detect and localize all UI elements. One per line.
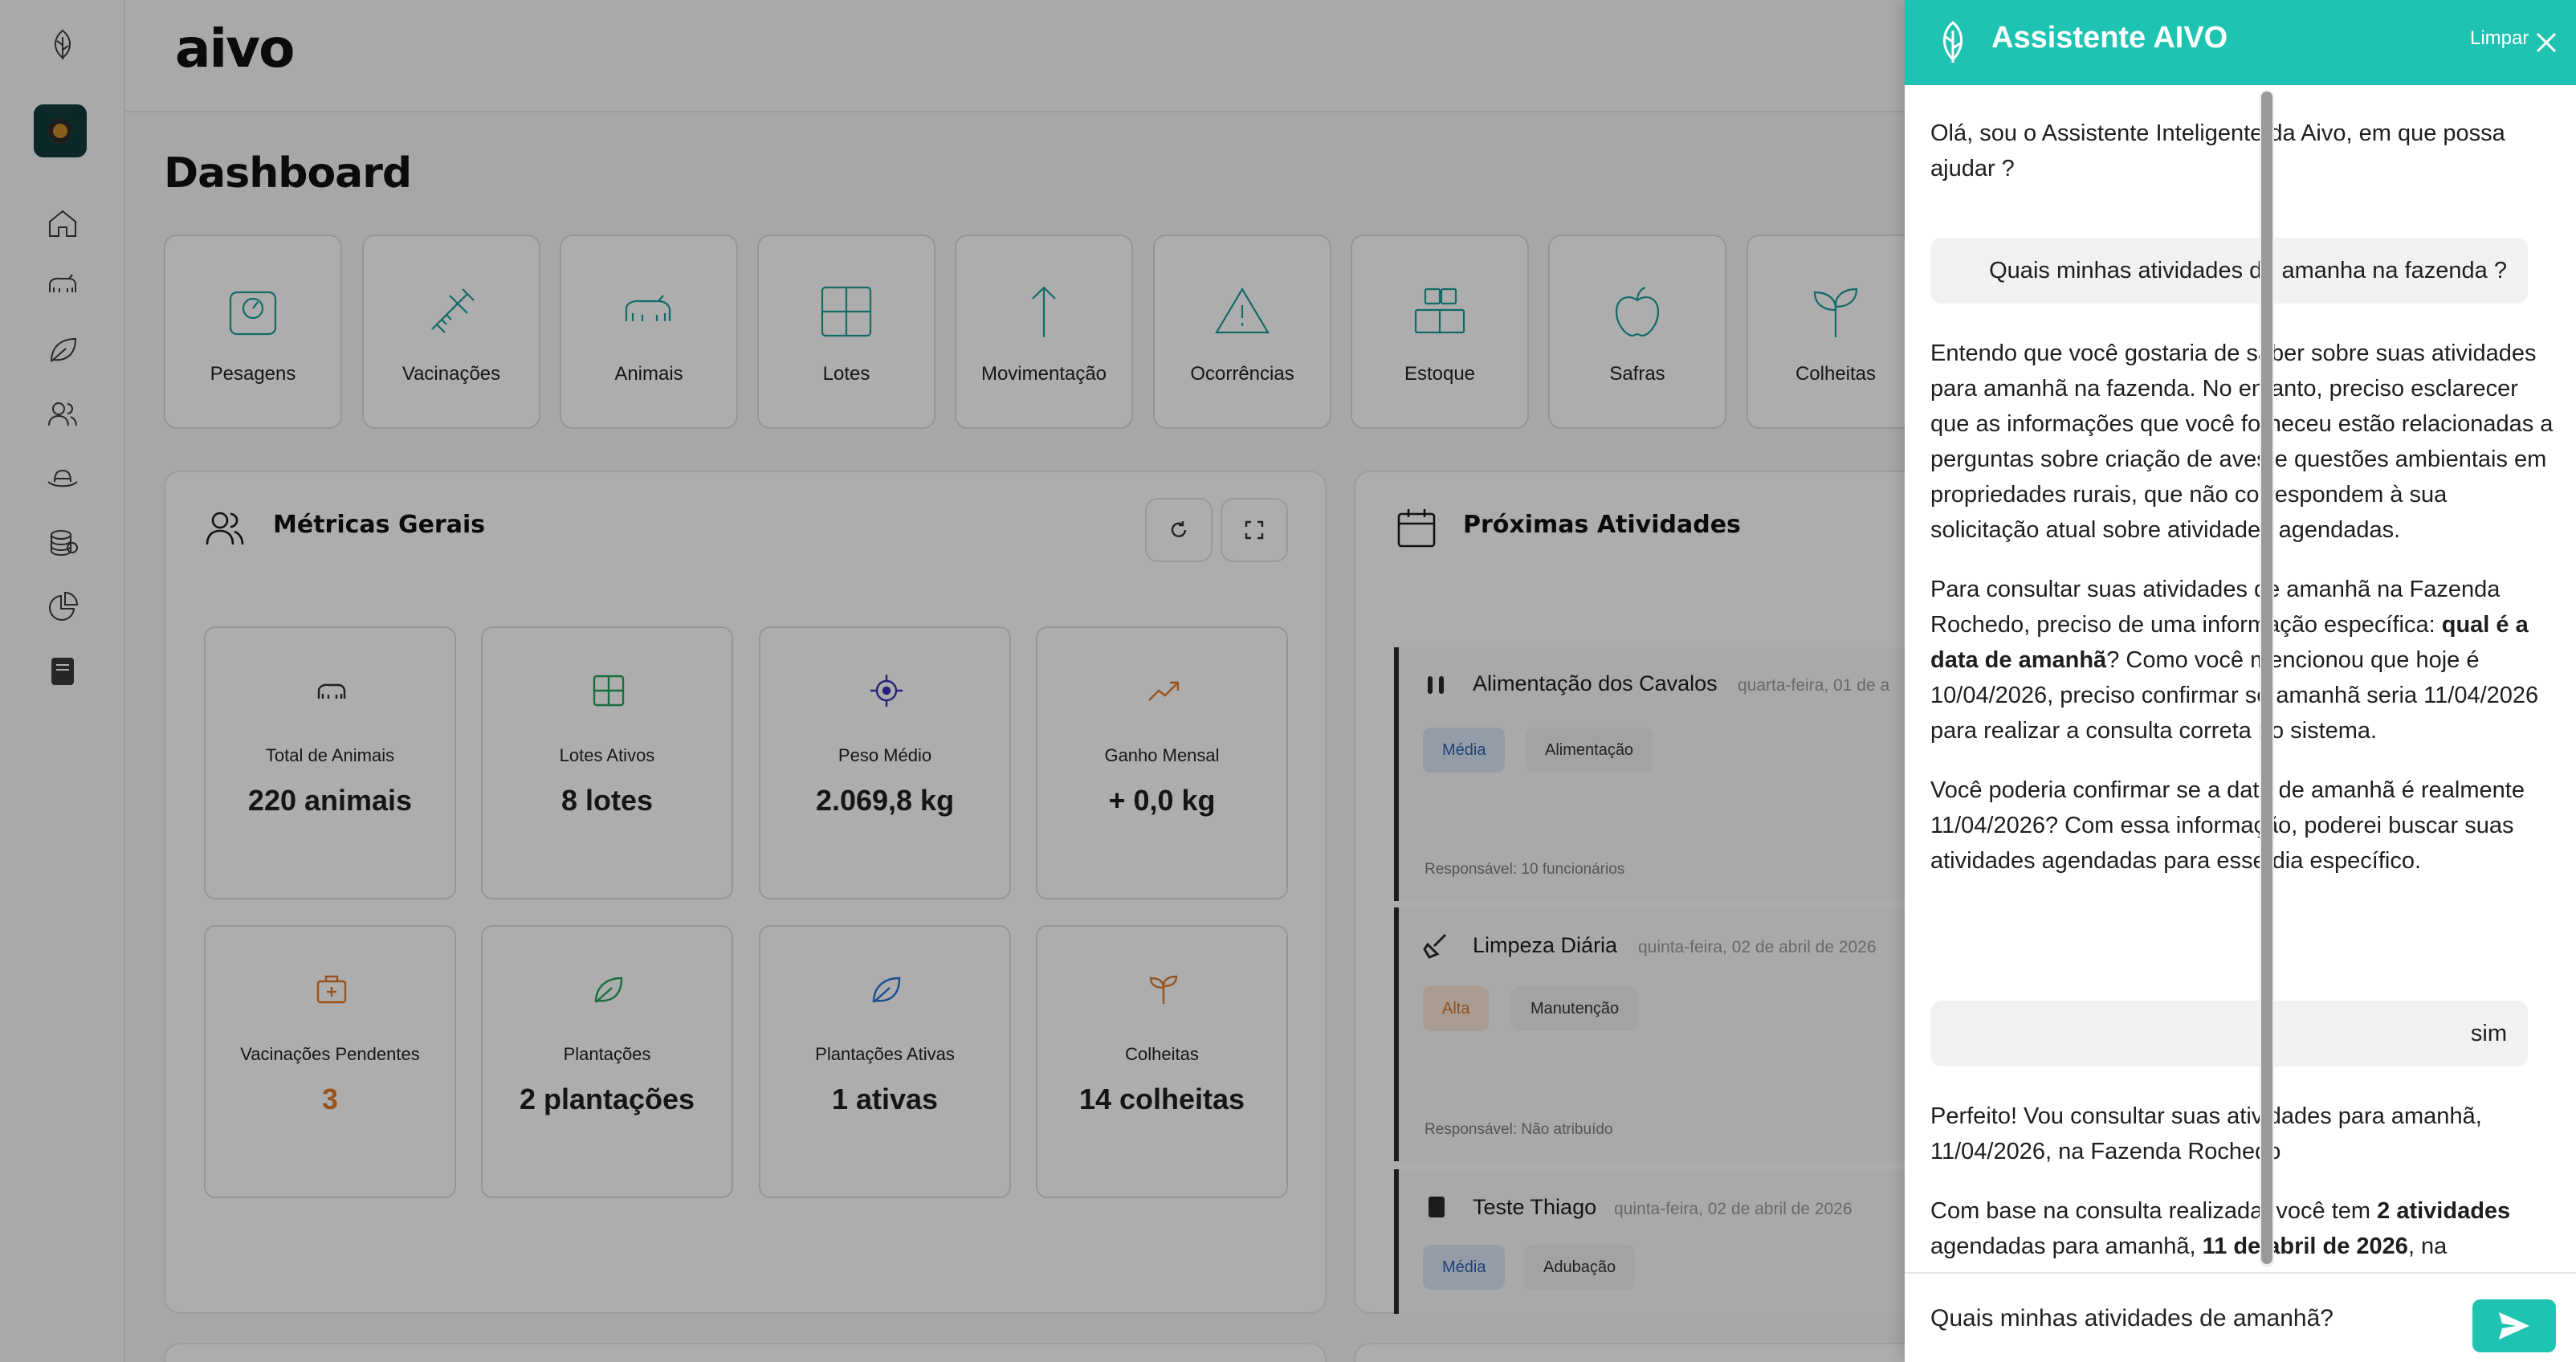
user-message: Quais minhas atividades de amanha na faz…: [1930, 238, 2528, 304]
scrollbar-thumb[interactable]: [2261, 92, 2272, 1264]
modal-backdrop[interactable]: [0, 0, 1905, 1362]
message-text: Com base na consulta realizada, você tem…: [1930, 1198, 2511, 1259]
message-text: Olá, sou o Assistente Inteligente da Aiv…: [1930, 120, 2505, 181]
user-message: sim: [1930, 1001, 2528, 1066]
assistant-message: Perfeito! Vou consultar suas atividades …: [1930, 1099, 2557, 1272]
assistant-panel: Assistente AIVO Limpar Olá, sou o Assist…: [1905, 0, 2576, 1362]
clear-button[interactable]: Limpar: [2470, 27, 2529, 50]
send-button[interactable]: [2472, 1299, 2556, 1352]
aivo-logo-icon: [1943, 21, 1963, 63]
message-list[interactable]: Olá, sou o Assistente Inteligente da Aiv…: [1905, 85, 2576, 1272]
assistant-message: Olá, sou o Assistente Inteligente da Aiv…: [1930, 116, 2557, 210]
message-input[interactable]: [1930, 1296, 2444, 1341]
message-composer: [1905, 1272, 2576, 1362]
assistant-title: Assistente AIVO: [1991, 21, 2228, 55]
close-icon[interactable]: [2533, 29, 2560, 56]
message-text: Você poderia confirmar se a data de aman…: [1930, 777, 2525, 874]
assistant-header: Assistente AIVO Limpar: [1905, 0, 2576, 85]
message-text: Entendo que você gostaria de saber sobre…: [1930, 340, 2554, 543]
message-text: Quais minhas atividades de amanha na faz…: [1989, 257, 2507, 283]
assistant-message: Entendo que você gostaria de saber sobre…: [1930, 336, 2557, 903]
send-icon: [2499, 1312, 2529, 1340]
message-text: sim: [2470, 1020, 2507, 1046]
message-text: Perfeito! Vou consultar suas atividades …: [1930, 1103, 2482, 1164]
message-text: Para consultar suas atividades de amanhã…: [1930, 577, 2539, 744]
